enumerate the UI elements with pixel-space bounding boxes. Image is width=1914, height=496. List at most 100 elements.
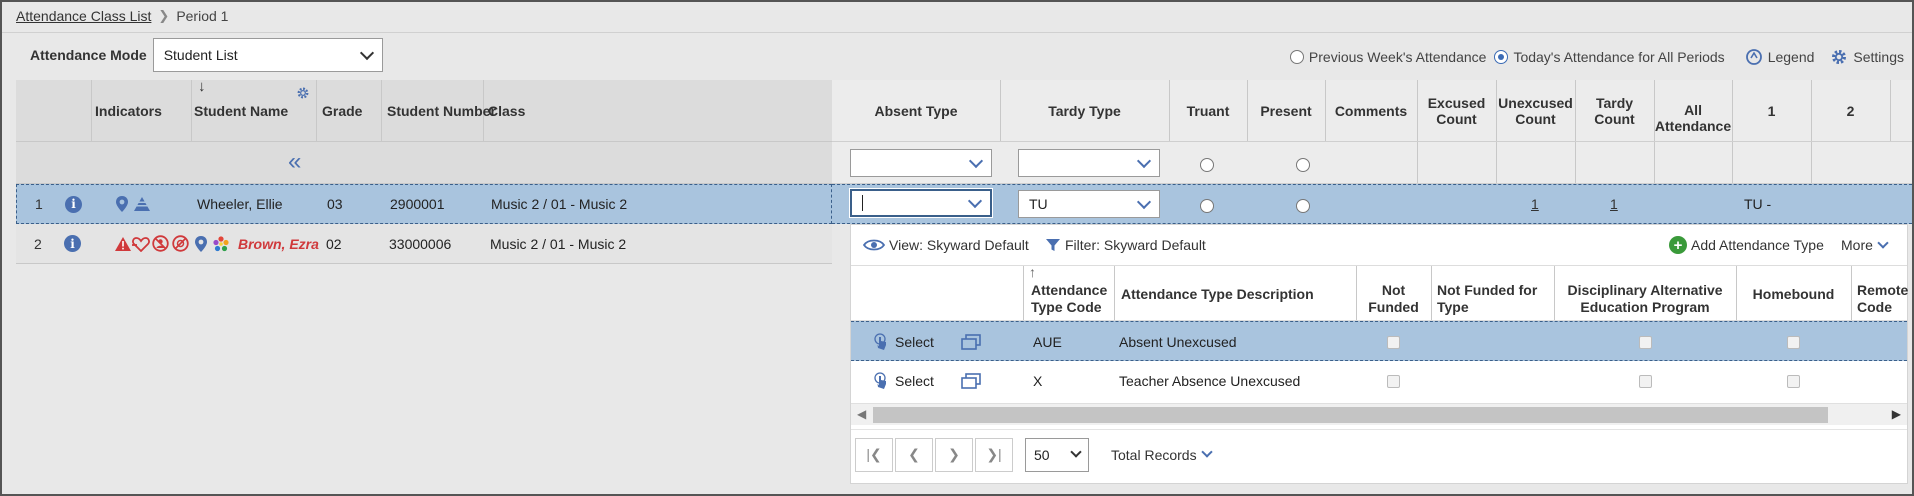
select-action[interactable]: Select: [873, 361, 934, 401]
breadcrumb-attendance-class-list[interactable]: Attendance Class List: [16, 8, 151, 24]
present-header: Present: [1260, 103, 1312, 119]
lookup-row[interactable]: Select AUE Absent Unexcused: [851, 321, 1907, 361]
page-size-value: 50: [1034, 446, 1050, 463]
scrollbar-thumb[interactable]: [873, 407, 1828, 423]
truant-filter-radio[interactable]: [1200, 158, 1214, 173]
lookup-row[interactable]: Select X Teacher Absence Unexcused: [851, 361, 1907, 401]
previous-week-radio[interactable]: [1289, 50, 1304, 64]
pyramid-icon: [133, 185, 151, 223]
code-header: Attendance Type Code: [1031, 282, 1108, 315]
homebound-header: Homebound: [1752, 285, 1835, 302]
chevron-down-icon: [1877, 236, 1889, 249]
row-number: 2: [34, 235, 42, 252]
comments-header: Comments: [1334, 103, 1408, 119]
previous-week-option[interactable]: Previous Week's Attendance: [1289, 49, 1486, 65]
description-header: Attendance Type Description: [1121, 285, 1314, 302]
student-grade: 02: [326, 235, 342, 252]
first-page-icon: |❮: [866, 446, 882, 462]
absent-type-filter[interactable]: [850, 149, 992, 177]
today-all-option[interactable]: Today's Attendance for All Periods: [1494, 49, 1725, 65]
unexcused-count-link[interactable]: 1: [1531, 196, 1539, 212]
tardy-type-input[interactable]: TU: [1018, 190, 1160, 218]
column-settings-gear-icon[interactable]: [296, 86, 310, 100]
previous-page-button[interactable]: ❮: [895, 437, 933, 472]
legend-label: Legend: [1767, 49, 1815, 65]
open-window-icon[interactable]: [961, 322, 981, 362]
student-row[interactable]: 1 i Wheeler, Ellie 03 2900001 Music 2 / …: [16, 184, 832, 224]
present-filter-radio[interactable]: [1295, 158, 1310, 173]
student-row[interactable]: 2 i Brown, Ezra 02 33000006 Music 2 / 01…: [16, 224, 832, 264]
collapse-columns-icon[interactable]: «: [288, 148, 302, 176]
daep-checkbox[interactable]: [1639, 374, 1652, 388]
period-1-value: TU -: [1744, 196, 1772, 212]
attendance-type-lookup: View: Skyward Default Filter: Skyward De…: [850, 224, 1908, 484]
flower-icon: [212, 224, 230, 263]
pointer-hand-icon: [874, 333, 886, 350]
info-icon[interactable]: i: [65, 185, 82, 223]
attendance-mode-bar: Attendance Mode Student List: [30, 38, 383, 72]
page-size-select[interactable]: 50: [1025, 437, 1089, 472]
more-menu[interactable]: More: [1841, 236, 1889, 253]
student-name[interactable]: Wheeler, Ellie: [197, 185, 283, 223]
student-number-header: Student Number: [387, 102, 496, 119]
all-attendance-header: All Attendance: [1654, 102, 1732, 134]
not-funded-checkbox[interactable]: [1387, 335, 1400, 349]
view-selector[interactable]: View: Skyward Default: [863, 237, 1029, 253]
chevron-down-icon: [359, 45, 374, 60]
not-funded-checkbox[interactable]: [1387, 374, 1400, 388]
student-name[interactable]: Brown, Ezra: [238, 224, 319, 263]
pointer-hand-icon: [874, 372, 886, 389]
tardy-type-filter[interactable]: [1018, 149, 1160, 177]
info-icon[interactable]: i: [64, 224, 81, 263]
text-cursor: [862, 195, 863, 211]
attendance-grid-header: Absent Type Tardy Type Truant Present Co…: [832, 80, 1912, 142]
no-photo-icon: [172, 224, 189, 263]
absent-type-input[interactable]: [849, 188, 993, 218]
select-label: Select: [895, 373, 934, 389]
tardy-type-value: TU: [1029, 196, 1048, 212]
present-radio[interactable]: [1295, 199, 1310, 214]
row-number: 1: [35, 196, 43, 212]
lookup-header-row: ↑ Attendance Type Code Attendance Type D…: [851, 264, 1908, 321]
attendance-mode-value: Student List: [163, 47, 238, 63]
eye-icon: [863, 239, 885, 251]
last-page-button[interactable]: ❯|: [975, 437, 1013, 472]
period-2-header: 2: [1846, 103, 1855, 119]
add-attendance-type-button[interactable]: + Add Attendance Type: [1669, 236, 1824, 254]
breadcrumb-separator-icon: ❯: [158, 8, 170, 23]
today-all-label: Today's Attendance for All Periods: [1513, 49, 1725, 65]
attendance-description: Teacher Absence Unexcused: [1119, 373, 1301, 389]
tardy-count-link[interactable]: 1: [1610, 196, 1618, 212]
filter-selector[interactable]: Filter: Skyward Default: [1045, 237, 1206, 253]
settings-button[interactable]: Settings: [1830, 48, 1904, 66]
view-label: View: Skyward Default: [889, 237, 1029, 253]
attendance-filter-row: [832, 142, 1912, 184]
legend-button[interactable]: Legend: [1745, 48, 1815, 66]
scroll-right-icon[interactable]: ▶: [1892, 407, 1901, 421]
daep-checkbox[interactable]: [1639, 335, 1652, 349]
open-window-icon[interactable]: [961, 361, 981, 401]
view-options: Previous Week's Attendance Today's Atten…: [1280, 48, 1904, 66]
lookup-toolbar: View: Skyward Default Filter: Skyward De…: [851, 225, 1907, 265]
attendance-mode-select[interactable]: Student List: [152, 38, 383, 72]
settings-label: Settings: [1853, 49, 1904, 65]
unexcused-count-header: Unexcused Count: [1498, 95, 1573, 127]
location-pin-icon: [115, 185, 129, 223]
select-action[interactable]: Select: [873, 322, 934, 362]
attendance-code: AUE: [1033, 334, 1062, 350]
student-grade: 03: [327, 196, 343, 212]
truant-radio[interactable]: [1200, 199, 1214, 214]
total-records-toggle[interactable]: Total Records: [1111, 446, 1213, 463]
student-name-header[interactable]: Student Name: [194, 80, 288, 141]
first-page-button[interactable]: |❮: [855, 437, 893, 472]
today-all-radio[interactable]: [1494, 50, 1509, 64]
horizontal-scrollbar[interactable]: ◀ ▶: [851, 403, 1907, 425]
chevron-down-icon: [967, 193, 983, 208]
homebound-checkbox[interactable]: [1787, 374, 1800, 388]
next-page-button[interactable]: ❯: [935, 437, 973, 472]
attendance-code: X: [1033, 373, 1043, 389]
scroll-left-icon[interactable]: ◀: [857, 407, 866, 421]
attendance-row[interactable]: TU 1 1 TU -: [832, 184, 1912, 224]
daep-header: Disciplinary Alternative Education Progr…: [1567, 282, 1723, 315]
homebound-checkbox[interactable]: [1787, 335, 1800, 349]
